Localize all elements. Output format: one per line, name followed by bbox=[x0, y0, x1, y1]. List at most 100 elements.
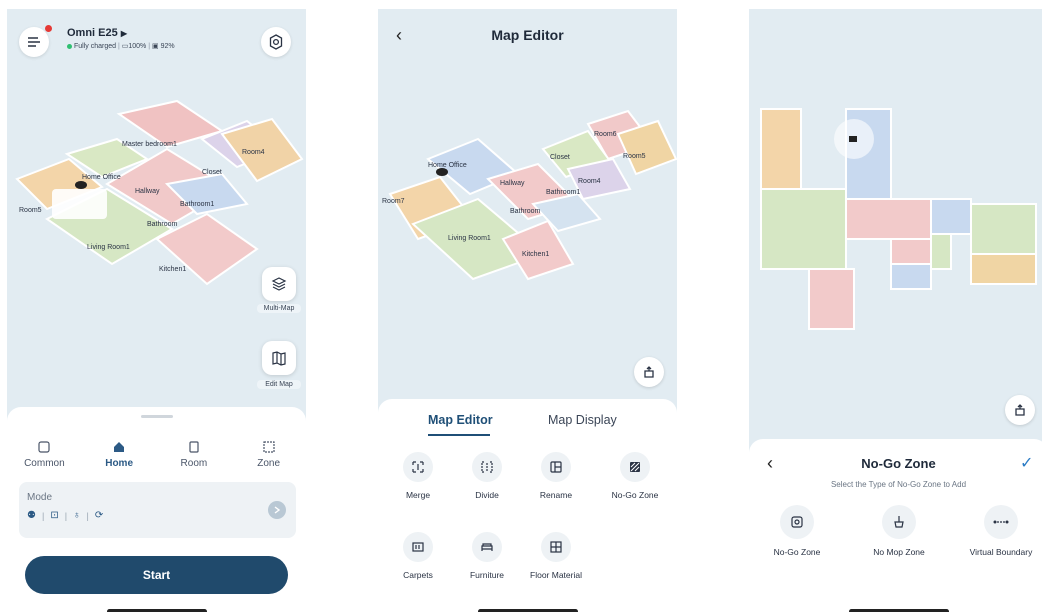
layers-icon bbox=[271, 277, 287, 291]
virtual-boundary-icon bbox=[993, 520, 1009, 524]
edit-map-button[interactable] bbox=[262, 341, 296, 375]
sheet-handle[interactable] bbox=[141, 415, 173, 418]
rename-icon bbox=[550, 461, 562, 473]
menu-button[interactable] bbox=[19, 27, 49, 57]
tab-zone-label: Zone bbox=[257, 458, 281, 469]
room-label-living-room1: Living Room1 bbox=[448, 235, 491, 242]
floor-material-icon bbox=[550, 541, 562, 553]
room-label-hallway: Hallway bbox=[135, 188, 160, 195]
zone-icon bbox=[263, 441, 275, 453]
room-label-living-room1: Living Room1 bbox=[87, 244, 130, 251]
carpets-tool[interactable]: Carpets bbox=[383, 532, 453, 580]
rename-tool[interactable]: Rename bbox=[521, 452, 591, 500]
mode-icons: ⚉ | ⊡ | ♁ | ⟳ bbox=[27, 510, 104, 521]
floor-material-tool[interactable]: Floor Material bbox=[521, 532, 591, 580]
nogo-option[interactable]: No-Go Zone bbox=[755, 505, 839, 557]
divide-tool[interactable]: Divide bbox=[452, 452, 522, 500]
room-label-master-bedroom1: Master bedroom1 bbox=[122, 141, 177, 148]
home-screen: Master bedroom1 Room4 Home Office Closet… bbox=[7, 9, 306, 612]
merge-label: Merge bbox=[405, 490, 431, 500]
tab-common[interactable]: Common bbox=[7, 439, 82, 469]
confirm-button[interactable]: ✓ bbox=[1020, 453, 1033, 473]
notification-dot bbox=[45, 25, 52, 32]
sheet-title: No-Go Zone bbox=[861, 456, 936, 471]
clean-mode-tabs: Common Home Room Zone bbox=[7, 439, 306, 469]
virtual-boundary-label: Virtual Boundary bbox=[969, 547, 1033, 557]
divide-icon bbox=[481, 461, 493, 473]
map-3d-view[interactable]: Room6 Room5 Closet Home Office Room4 Hal… bbox=[378, 9, 677, 409]
nogo-zone-icon bbox=[791, 516, 803, 528]
rotate-icon bbox=[644, 366, 654, 378]
tab-map-display[interactable]: Map Display bbox=[548, 413, 617, 427]
room-label-home-office: Home Office bbox=[82, 174, 121, 181]
dock-level-icon: ▣ bbox=[152, 43, 159, 50]
virtual-boundary-option[interactable]: Virtual Boundary bbox=[959, 505, 1042, 557]
dock-icon bbox=[52, 189, 107, 219]
room-label-room4: Room4 bbox=[578, 178, 601, 185]
mode-arrow-button[interactable] bbox=[268, 501, 286, 519]
rename-label: Rename bbox=[539, 490, 573, 500]
room-label-room5: Room5 bbox=[19, 207, 42, 214]
room-label-closet: Closet bbox=[550, 154, 570, 161]
sofa-icon bbox=[481, 543, 493, 551]
map-editor-screen: Room6 Room5 Closet Home Office Room4 Hal… bbox=[378, 9, 677, 612]
carpet-icon bbox=[412, 542, 424, 552]
tab-room[interactable]: Room bbox=[157, 439, 232, 469]
sheet-subtitle: Select the Type of No-Go Zone to Add bbox=[830, 480, 967, 489]
multi-map-button[interactable] bbox=[262, 267, 296, 301]
no-mop-option-label: No Mop Zone bbox=[873, 547, 925, 557]
rotate-icon bbox=[1015, 404, 1025, 416]
rotate-map-button[interactable] bbox=[634, 357, 664, 387]
editor-sheet: Map Editor Map Display Merge Divide Rena… bbox=[378, 399, 677, 612]
robot-icon bbox=[436, 168, 448, 176]
editor-tabs: Map Editor Map Display bbox=[378, 413, 677, 437]
status-dot bbox=[67, 43, 72, 49]
mode-label: Mode bbox=[27, 492, 53, 503]
furniture-tool[interactable]: Furniture bbox=[452, 532, 522, 580]
vacuum-mode-icon: ⚉ bbox=[27, 510, 36, 521]
room-label-room6: Room6 bbox=[594, 131, 617, 138]
room-label-home-office: Home Office bbox=[428, 162, 467, 169]
room-icon bbox=[189, 441, 199, 453]
room-label-bathroom1: Bathroom1 bbox=[180, 201, 214, 208]
tab-map-editor[interactable]: Map Editor bbox=[428, 413, 493, 427]
start-button[interactable]: Start bbox=[25, 556, 288, 594]
no-mop-option[interactable]: No Mop Zone bbox=[857, 505, 941, 557]
room-label-closet: Closet bbox=[202, 169, 222, 176]
room-label-bathroom1: Bathroom1 bbox=[546, 189, 580, 196]
status-text: Fully charged bbox=[74, 43, 117, 50]
home-icon bbox=[114, 442, 125, 452]
check-icon: ✓ bbox=[1020, 455, 1034, 472]
nogo-zone-tool[interactable]: No-Go Zone bbox=[600, 452, 670, 500]
control-sheet: Common Home Room Zone Mode ⚉| ⊡| ♁| ⟳ bbox=[7, 407, 306, 612]
multi-map-label: Multi-Map bbox=[257, 304, 301, 313]
room-label-kitchen1: Kitchen1 bbox=[522, 251, 549, 258]
device-name[interactable]: Omni E25 ▶ bbox=[67, 27, 127, 39]
route-mode-icon: ⟳ bbox=[94, 510, 104, 521]
mode-selector[interactable]: Mode ⚉ | ⊡ | ♁ | ⟳ bbox=[19, 482, 296, 538]
edit-map-label: Edit Map bbox=[257, 380, 301, 389]
room-label-bathroom: Bathroom bbox=[510, 208, 541, 215]
tab-zone[interactable]: Zone bbox=[231, 439, 306, 469]
settings-button[interactable] bbox=[261, 27, 291, 57]
tab-room-label: Room bbox=[180, 458, 208, 469]
rotate-map-button[interactable] bbox=[1005, 395, 1035, 425]
suction-mode-icon: ⊡ bbox=[50, 510, 59, 521]
map-2d-view[interactable] bbox=[749, 9, 1042, 449]
nogo-zone-icon bbox=[630, 462, 640, 472]
room-label-bathroom: Bathroom bbox=[147, 221, 178, 228]
floor-material-label: Floor Material bbox=[530, 570, 582, 580]
divide-label: Divide bbox=[475, 490, 499, 500]
page-title: Map Editor bbox=[491, 27, 564, 43]
tab-common-label: Common bbox=[24, 458, 65, 469]
merge-tool[interactable]: Merge bbox=[383, 452, 453, 500]
tab-home-label: Home bbox=[105, 458, 134, 469]
menu-icon bbox=[28, 37, 40, 47]
room-label-room7: Room7 bbox=[382, 198, 405, 205]
nogo-zone-screen: ‹ No-Go Zone ✓ Select the Type of No-Go … bbox=[749, 9, 1042, 612]
room-label-room5: Room5 bbox=[623, 153, 646, 160]
tab-home[interactable]: Home bbox=[82, 439, 157, 469]
common-icon bbox=[38, 441, 50, 453]
robot-icon bbox=[849, 136, 857, 142]
furniture-label: Furniture bbox=[469, 570, 504, 580]
